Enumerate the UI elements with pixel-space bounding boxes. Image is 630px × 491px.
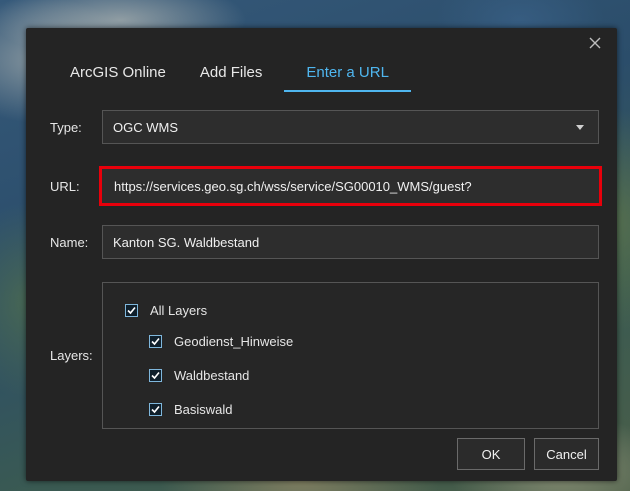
- layer-all-label: All Layers: [150, 303, 208, 318]
- checkbox-checked-icon[interactable]: [149, 369, 162, 382]
- tab-bar: ArcGIS Online Add Files Enter a URL: [58, 60, 421, 92]
- type-select[interactable]: OGC WMS: [102, 110, 599, 144]
- tab-add-files[interactable]: Add Files: [188, 60, 275, 90]
- layer-item-label: Geodienst_Hinweise: [174, 334, 294, 349]
- tab-arcgis-online[interactable]: ArcGIS Online: [58, 60, 178, 90]
- name-label: Name:: [50, 235, 89, 250]
- chevron-down-icon: [576, 125, 584, 130]
- url-label: URL:: [50, 179, 80, 194]
- close-icon[interactable]: [587, 36, 603, 52]
- layer-item-label: Basiswald: [174, 402, 233, 417]
- layer-item-label: Waldbestand: [174, 368, 250, 383]
- layer-item[interactable]: Waldbestand: [149, 368, 249, 383]
- add-layer-dialog: ArcGIS Online Add Files Enter a URL Type…: [26, 28, 617, 481]
- name-input-value: Kanton SG. Waldbestand: [113, 234, 260, 250]
- checkbox-checked-icon[interactable]: [125, 304, 138, 317]
- tab-enter-url[interactable]: Enter a URL: [284, 60, 411, 92]
- checkbox-checked-icon[interactable]: [149, 403, 162, 416]
- checkbox-checked-icon[interactable]: [149, 335, 162, 348]
- name-input[interactable]: Kanton SG. Waldbestand: [102, 225, 599, 259]
- layers-list: All Layers Geodienst_Hinweise Waldbestan…: [102, 282, 599, 429]
- url-input[interactable]: https://services.geo.sg.ch/wss/service/S…: [99, 166, 602, 206]
- layer-item[interactable]: Geodienst_Hinweise: [149, 334, 293, 349]
- url-input-value: https://services.geo.sg.ch/wss/service/S…: [114, 178, 472, 194]
- layer-all[interactable]: All Layers: [125, 303, 207, 318]
- type-label: Type:: [50, 120, 82, 135]
- type-select-value: OGC WMS: [113, 119, 178, 135]
- cancel-button[interactable]: Cancel: [534, 438, 599, 470]
- ok-button[interactable]: OK: [457, 438, 525, 470]
- layers-label: Layers:: [50, 348, 93, 363]
- layer-item[interactable]: Basiswald: [149, 402, 233, 417]
